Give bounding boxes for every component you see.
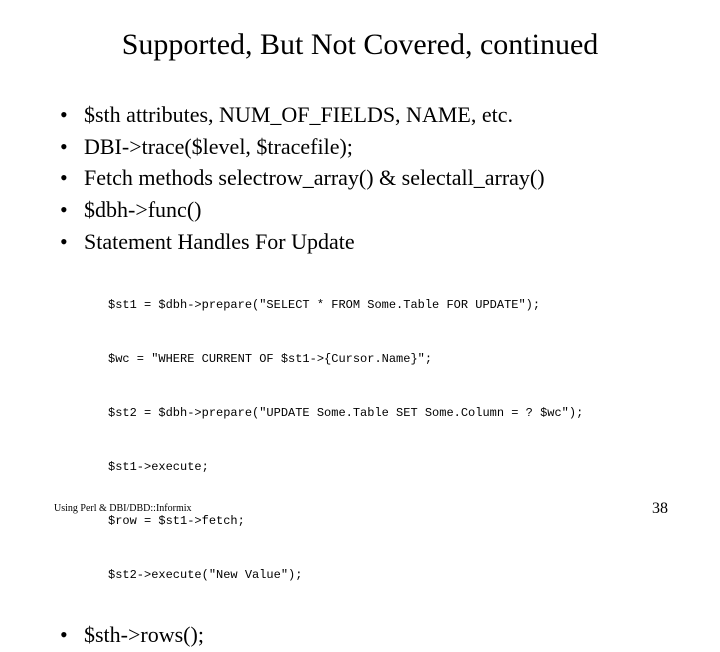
bullet-item: Fetch methods selectrow_array() & select… xyxy=(60,163,680,193)
code-block: $st1 = $dbh->prepare("SELECT * FROM Some… xyxy=(108,260,680,620)
code-line: $st2 = $dbh->prepare("UPDATE Some.Table … xyxy=(108,404,680,422)
slide-title: Supported, But Not Covered, continued xyxy=(0,28,720,62)
slide: Supported, But Not Covered, continued $s… xyxy=(0,0,720,540)
bullet-item: $dbh->func() xyxy=(60,195,680,225)
code-line: $st1 = $dbh->prepare("SELECT * FROM Some… xyxy=(108,296,680,314)
code-line: $st1->execute; xyxy=(108,458,680,476)
bullet-item: $sth->rows(); xyxy=(60,620,680,650)
code-line: $row = $st1->fetch; xyxy=(108,512,680,530)
code-line: $wc = "WHERE CURRENT OF $st1->{Cursor.Na… xyxy=(108,350,680,368)
bullet-item: DBI->trace($level, $tracefile); xyxy=(60,132,680,162)
page-number: 38 xyxy=(652,500,668,518)
footer-left: Using Perl & DBI/DBD::Informix xyxy=(54,503,192,514)
bullet-item: Statement Handles For Update xyxy=(60,227,680,257)
bullet-item: $sth attributes, NUM_OF_FIELDS, NAME, et… xyxy=(60,100,680,130)
code-line: $st2->execute("New Value"); xyxy=(108,566,680,584)
bullet-list: $sth attributes, NUM_OF_FIELDS, NAME, et… xyxy=(60,100,680,652)
